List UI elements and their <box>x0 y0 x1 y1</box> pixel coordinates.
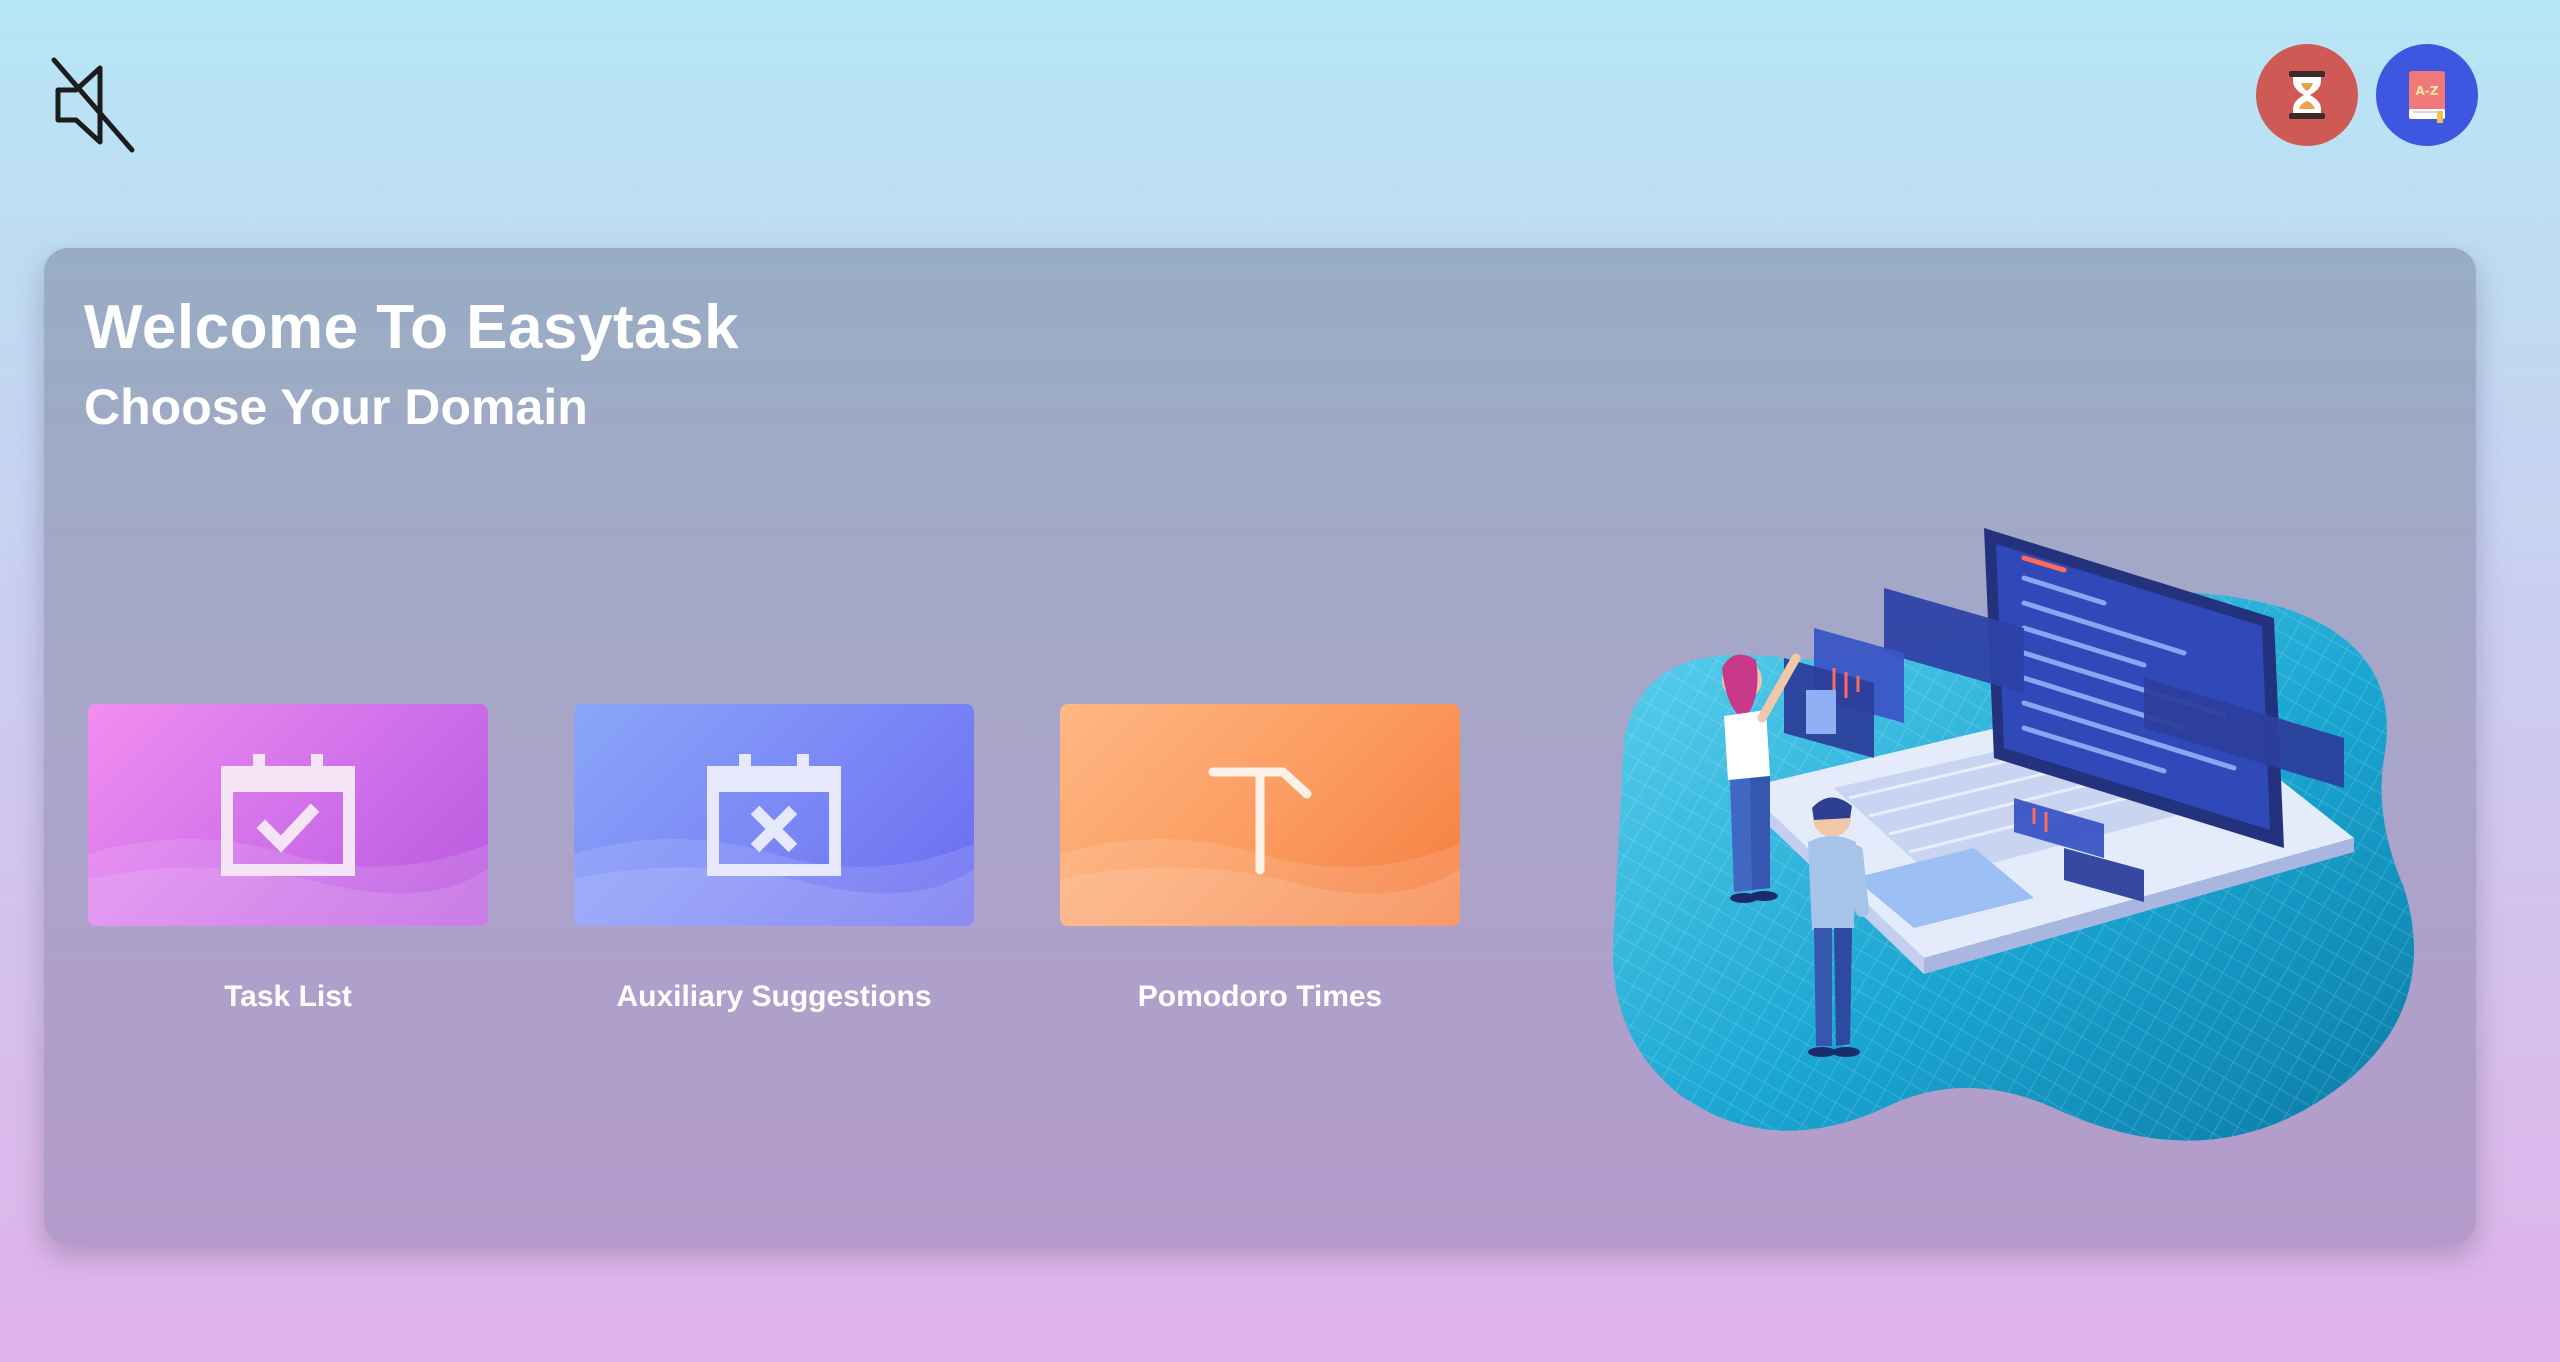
domain-task-list[interactable]: Task List <box>88 704 488 1014</box>
dictionary-button[interactable]: A-Z <box>2376 44 2478 146</box>
a-z-book-icon: A-Z <box>2409 71 2445 123</box>
calendar-x-icon <box>707 754 841 876</box>
svg-text:A-Z: A-Z <box>2416 84 2439 98</box>
hourglass-icon <box>2289 71 2325 119</box>
top-right-toolbar: A-Z <box>2256 44 2478 146</box>
pomodoro-times-card[interactable] <box>1060 704 1460 926</box>
laptop-illustration-graphic <box>1612 528 2414 1141</box>
pomodoro-timer-button[interactable] <box>2256 44 2358 146</box>
calendar-check-icon <box>221 754 355 876</box>
laptop-team-illustration <box>1584 458 2444 1198</box>
task-list-label: Task List <box>224 980 352 1013</box>
auxiliary-suggestions-card[interactable] <box>574 704 974 926</box>
pomodoro-times-label: Pomodoro Times <box>1137 980 1383 1013</box>
auxiliary-suggestions-label: Auxiliary Suggestions <box>616 980 932 1013</box>
task-list-card[interactable] <box>88 704 488 926</box>
speaker-muted-icon <box>51 57 135 153</box>
mute-button[interactable] <box>48 50 138 160</box>
page-subtitle: Choose Your Domain <box>84 379 588 435</box>
domain-pomodoro-times[interactable]: Pomodoro Times <box>1060 704 1460 1014</box>
domain-auxiliary-suggestions[interactable]: Auxiliary Suggestions <box>574 704 974 1014</box>
page-title: Welcome To Easytask <box>84 293 740 362</box>
tomato-stem-icon <box>1208 767 1312 875</box>
welcome-panel: Welcome To Easytask Choose Your Domain T… <box>44 248 2476 1244</box>
